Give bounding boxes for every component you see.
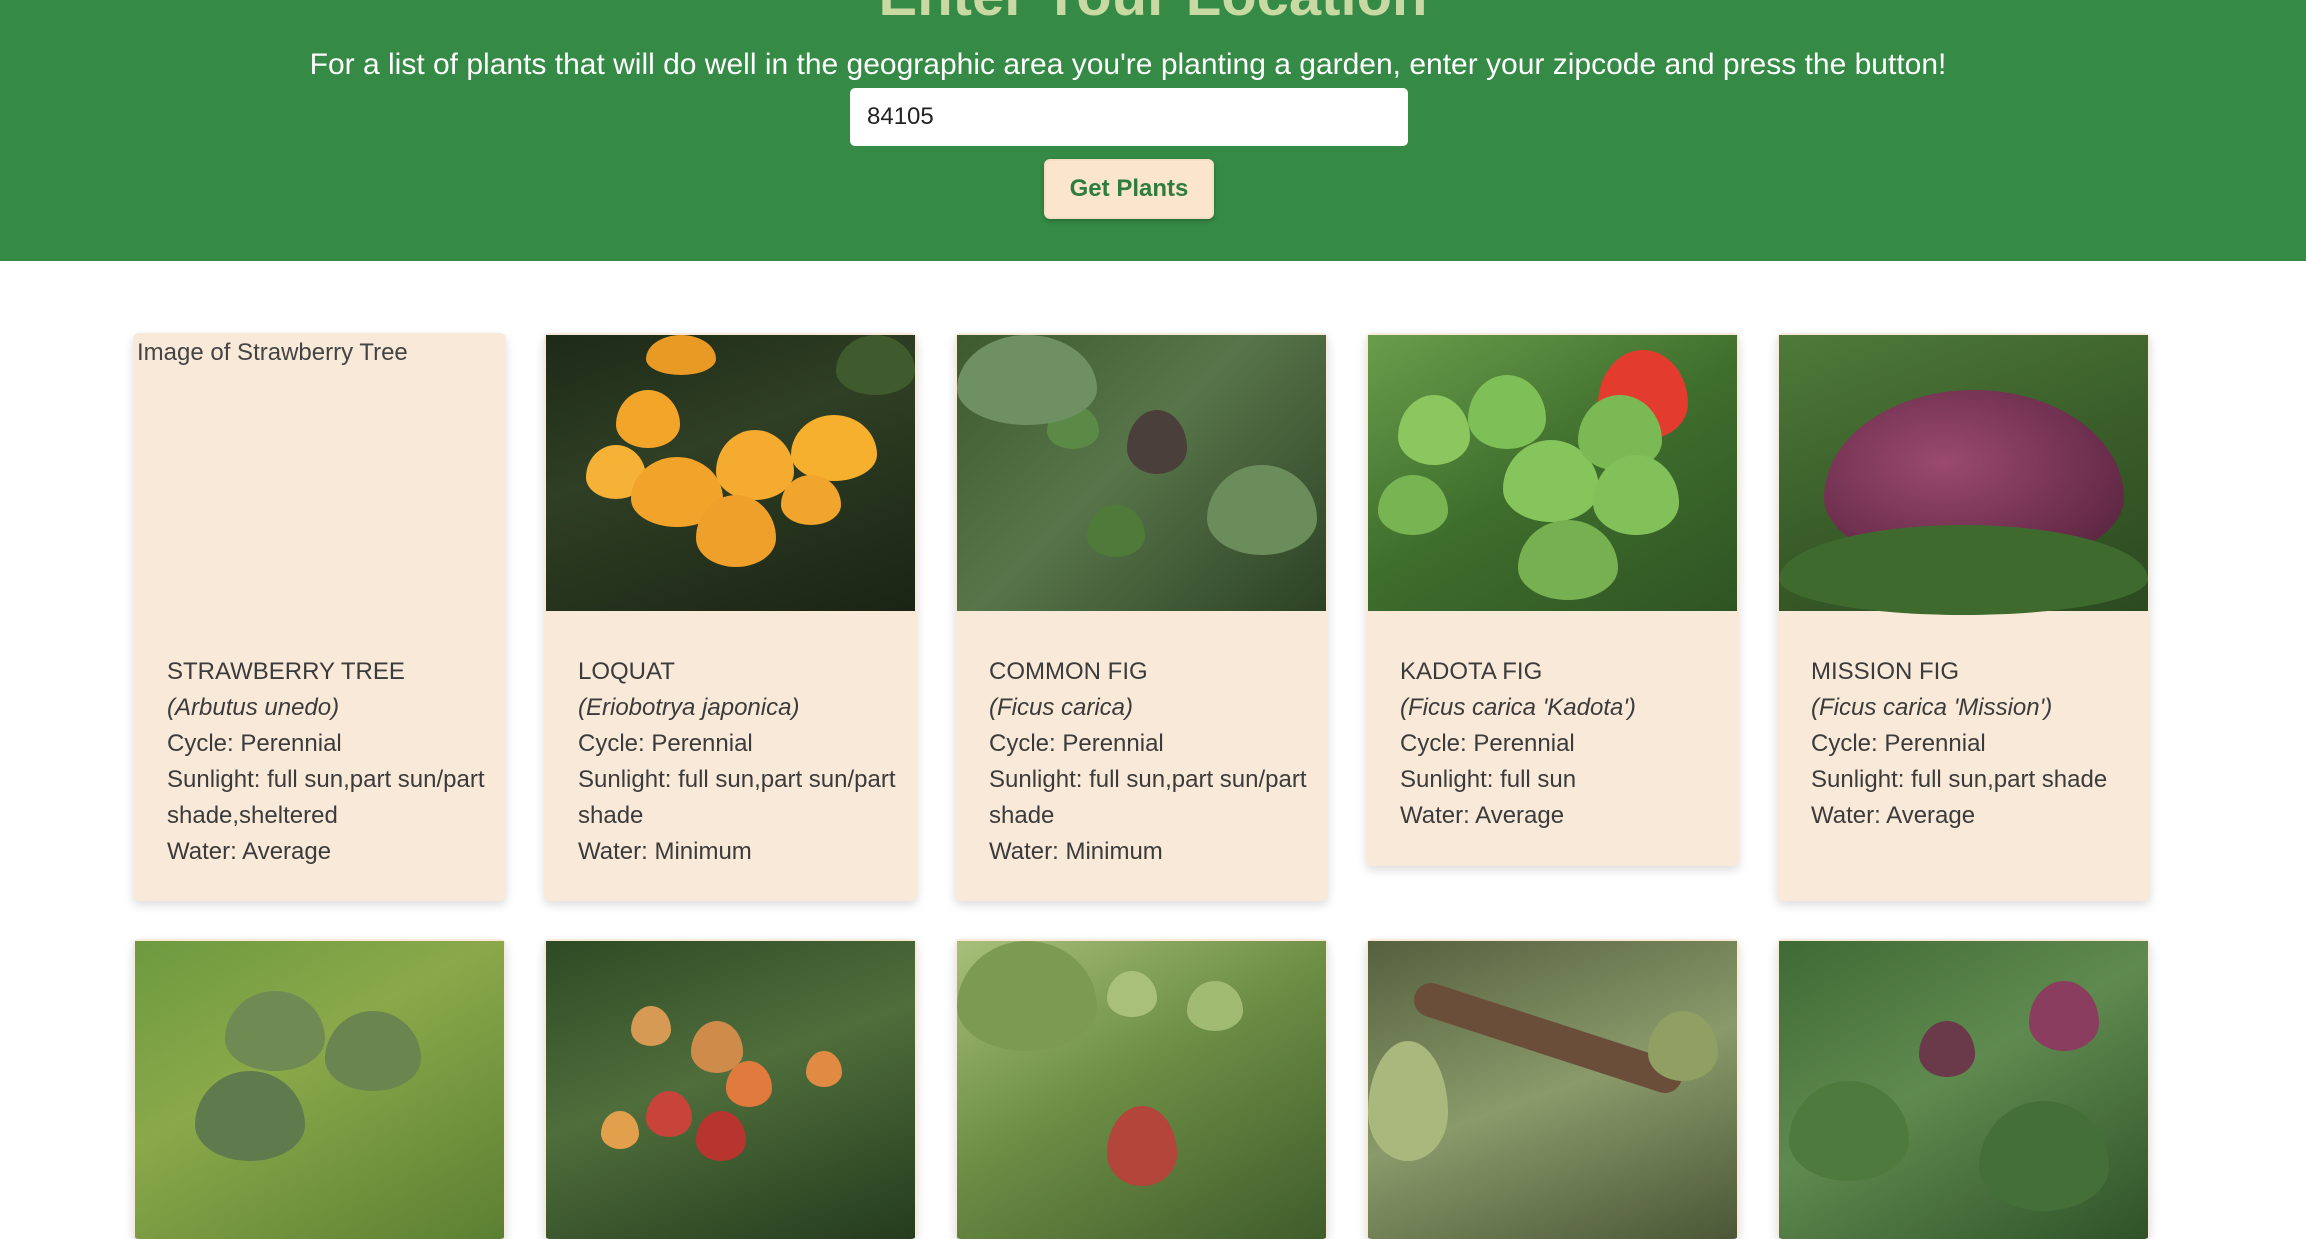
plant-image: [1779, 335, 2148, 615]
plant-name: STRAWBERRY TREE: [167, 658, 405, 685]
plant-scientific-name: (Ficus carica): [989, 694, 1134, 721]
plant-info: KADOTA FIG (Ficus carica 'Kadota') Cycle…: [1400, 654, 1720, 834]
plant-info: STRAWBERRY TREE (Arbutus unedo) Cycle: P…: [167, 654, 487, 870]
plant-scientific-name: (Arbutus unedo): [167, 694, 340, 721]
plant-card[interactable]: [1777, 939, 2150, 1239]
plant-image: [546, 941, 915, 1239]
plant-image-broken: Image of Strawberry Tree: [135, 335, 504, 611]
plant-card[interactable]: [1366, 939, 1739, 1239]
plant-cycle: Cycle: Perennial: [578, 730, 753, 757]
plant-sunlight: Sunlight: full sun: [1400, 766, 1577, 793]
plant-cycle: Cycle: Perennial: [167, 730, 342, 757]
plant-name: LOQUAT: [578, 658, 675, 685]
plant-card[interactable]: [544, 939, 917, 1239]
page-title: Enter Your Location: [0, 0, 2306, 28]
plant-name: MISSION FIG: [1811, 658, 1960, 685]
plant-sunlight: Sunlight: full sun,part sun/part shade: [578, 766, 896, 829]
plant-image: [1368, 335, 1737, 611]
plant-card[interactable]: LOQUAT (Eriobotrya japonica) Cycle: Pere…: [544, 333, 917, 901]
zipcode-input[interactable]: [850, 88, 1408, 146]
location-header: Enter Your Location For a list of plants…: [0, 0, 2306, 261]
plant-image: [1368, 941, 1737, 1239]
plant-water: Water: Minimum: [989, 838, 1163, 865]
plant-image: [957, 941, 1326, 1239]
plant-cycle: Cycle: Perennial: [1400, 730, 1575, 757]
plant-info: LOQUAT (Eriobotrya japonica) Cycle: Pere…: [578, 654, 898, 870]
plant-info: MISSION FIG (Ficus carica 'Mission') Cyc…: [1811, 654, 2131, 834]
plant-card[interactable]: [133, 939, 506, 1239]
plant-image: [546, 335, 915, 611]
plant-scientific-name: (Ficus carica 'Kadota'): [1400, 694, 1636, 721]
plant-card[interactable]: Image of Strawberry Tree STRAWBERRY TREE…: [133, 333, 506, 901]
plant-card[interactable]: KADOTA FIG (Ficus carica 'Kadota') Cycle…: [1366, 333, 1739, 866]
plant-image: [135, 941, 504, 1239]
plant-scientific-name: (Eriobotrya japonica): [578, 694, 800, 721]
plant-water: Water: Average: [1811, 802, 1976, 829]
plant-water: Water: Average: [167, 838, 332, 865]
get-plants-button[interactable]: Get Plants: [1044, 159, 1214, 219]
plant-cycle: Cycle: Perennial: [989, 730, 1164, 757]
plant-card[interactable]: COMMON FIG (Ficus carica) Cycle: Perenni…: [955, 333, 1328, 901]
plant-cycle: Cycle: Perennial: [1811, 730, 1986, 757]
plant-sunlight: Sunlight: full sun,part shade: [1811, 766, 2108, 793]
plant-card[interactable]: [955, 939, 1328, 1239]
plant-image: [1779, 941, 2148, 1239]
plant-scientific-name: (Ficus carica 'Mission'): [1811, 694, 2053, 721]
plant-sunlight: Sunlight: full sun,part sun/part shade,s…: [167, 766, 485, 829]
plant-image-alt-text: Image of Strawberry Tree: [137, 339, 408, 366]
plant-water: Water: Average: [1400, 802, 1565, 829]
instructions-text: For a list of plants that will do well i…: [309, 48, 1947, 81]
plant-card[interactable]: MISSION FIG (Ficus carica 'Mission') Cyc…: [1777, 333, 2150, 901]
plant-water: Water: Minimum: [578, 838, 752, 865]
plant-name: KADOTA FIG: [1400, 658, 1543, 685]
plant-name: COMMON FIG: [989, 658, 1148, 685]
plant-sunlight: Sunlight: full sun,part sun/part shade: [989, 766, 1307, 829]
plant-image: [957, 335, 1326, 611]
plant-info: COMMON FIG (Ficus carica) Cycle: Perenni…: [989, 654, 1309, 870]
